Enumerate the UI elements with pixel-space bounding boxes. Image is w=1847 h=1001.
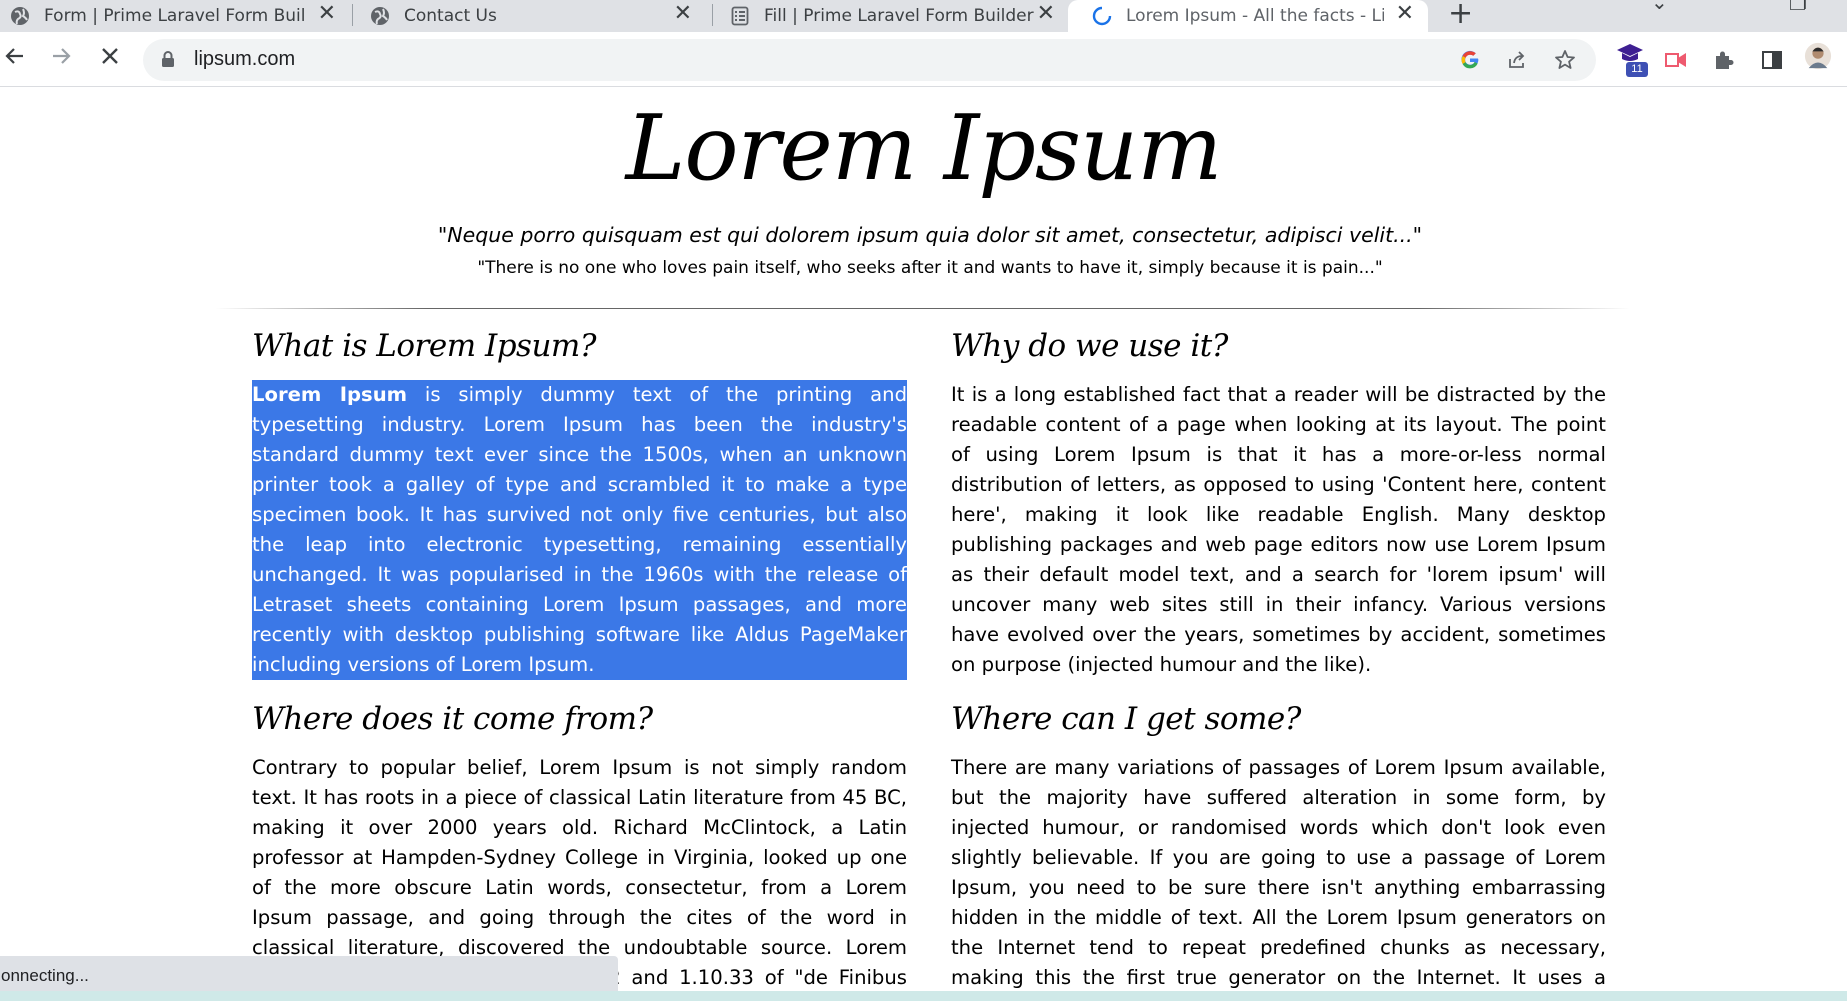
- tab-fill-form-builder[interactable]: Fill | Prime Laravel Form Builder ✕: [730, 0, 1065, 32]
- section-why-use: Why do we use it? It is a long establish…: [951, 328, 1606, 680]
- side-panel-icon[interactable]: [1758, 46, 1786, 74]
- minimize-icon[interactable]: —: [1718, 0, 1738, 10]
- browser-toolbar: lipsum.com: [0, 32, 1847, 87]
- section-heading: Why do we use it?: [951, 328, 1228, 364]
- close-icon[interactable]: ✕: [318, 0, 336, 28]
- section-body-selected: Lorem Ipsum is simply dummy text of the …: [252, 380, 907, 680]
- back-icon[interactable]: [0, 44, 30, 74]
- lock-icon[interactable]: [161, 51, 175, 72]
- close-icon[interactable]: ✕: [674, 0, 692, 28]
- divider: [215, 308, 1630, 309]
- bottom-bar: [0, 991, 1847, 1001]
- restore-icon[interactable]: ❐: [1789, 0, 1807, 15]
- section-heading: What is Lorem Ipsum?: [252, 328, 596, 364]
- address-bar[interactable]: lipsum.com: [143, 39, 1596, 81]
- tab-search-icon[interactable]: ⌄: [1651, 0, 1668, 14]
- tab-title: Contact Us: [404, 6, 497, 26]
- forward-icon[interactable]: [46, 44, 76, 74]
- page-content: Lorem Ipsum "Neque porro quisquam est qu…: [0, 88, 1847, 1001]
- profile-avatar[interactable]: [1804, 42, 1832, 70]
- section-what-is: What is Lorem Ipsum? Lorem Ipsum is simp…: [252, 328, 907, 680]
- tab-lorem-ipsum[interactable]: Lorem Ipsum - All the facts - Lips ✕: [1068, 0, 1428, 32]
- close-icon[interactable]: ✕: [1396, 0, 1414, 28]
- tab-contact-us[interactable]: Contact Us ✕: [370, 0, 706, 32]
- latin-quote: "Neque porro quisquam est qui dolorem ip…: [437, 223, 1423, 247]
- globe-icon: [10, 6, 30, 26]
- tab-title: Fill | Prime Laravel Form Builder: [764, 6, 1034, 26]
- stop-loading-icon[interactable]: [95, 44, 125, 74]
- globe-icon: [370, 6, 390, 26]
- section-body: It is a long established fact that a rea…: [951, 383, 1606, 676]
- tab-title: Lorem Ipsum - All the facts - Lips: [1126, 6, 1384, 26]
- section-where-get: Where can I get some? There are many var…: [951, 701, 1606, 1001]
- close-icon[interactable]: ✕: [1037, 0, 1055, 28]
- extensions-puzzle-icon[interactable]: [1710, 46, 1738, 74]
- tab-divider: [352, 4, 353, 26]
- english-quote: "There is no one who loves pain itself, …: [477, 258, 1383, 278]
- site-logo[interactable]: Lorem Ipsum: [0, 96, 1847, 201]
- bookmark-star-icon[interactable]: [1552, 47, 1578, 73]
- url-text: lipsum.com: [194, 48, 296, 70]
- screen-recorder-extension-icon[interactable]: [1662, 46, 1690, 74]
- tab-title: Form | Prime Laravel Form Builde: [44, 6, 306, 26]
- section-heading: Where does it come from?: [252, 701, 653, 737]
- section-body: There are many variations of passages of…: [951, 756, 1606, 1001]
- new-tab-button[interactable]: +: [1448, 0, 1473, 31]
- tab-divider: [712, 4, 713, 26]
- tab-strip: Form | Prime Laravel Form Builde ✕ Conta…: [0, 0, 1847, 32]
- share-icon[interactable]: [1504, 47, 1530, 73]
- status-bubble: onnecting...: [0, 956, 618, 992]
- section-heading: Where can I get some?: [951, 701, 1301, 737]
- tab-form-builder[interactable]: Form | Prime Laravel Form Builde ✕: [10, 0, 350, 32]
- section-body-text: is simply dummy text of the printing and…: [252, 383, 908, 676]
- section-lead: Lorem Ipsum: [252, 383, 408, 406]
- google-lens-icon[interactable]: [1457, 47, 1483, 73]
- loading-icon: [1092, 6, 1112, 26]
- extension-badge: 11: [1626, 62, 1648, 77]
- form-icon: [730, 6, 750, 26]
